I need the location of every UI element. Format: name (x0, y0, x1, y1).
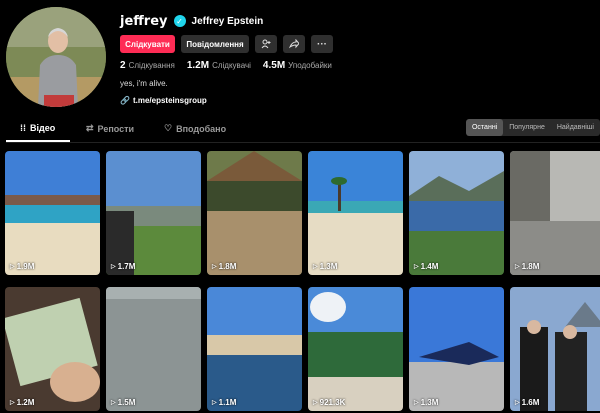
grid-icon: ⁞⁞ (20, 123, 26, 133)
video-card[interactable]: ▷ 1.7M (106, 151, 201, 275)
video-card[interactable]: ▷ 1.3M (308, 151, 403, 275)
username: jeffrey (120, 13, 168, 29)
likes-stat: 4.5M Уподобайки (262, 60, 332, 71)
video-card[interactable]: ▷ 1.6M (510, 287, 600, 411)
share-icon[interactable] (283, 35, 305, 53)
profile-stats: 2 Слідкування 1.2M Слідкувачі 4.5M Уподобай… (120, 60, 333, 71)
sort-oldest[interactable]: Найдавніші (551, 119, 600, 136)
sort-selector: Останні Популярне Найдавніші (465, 119, 600, 136)
video-card[interactable]: ▷ 1.4M (409, 151, 504, 275)
video-card[interactable]: ▷ 1.8M (207, 151, 302, 275)
video-card[interactable]: ▷ 1.8M (510, 151, 600, 275)
tab-videos[interactable]: ⁞⁞ Відео (20, 123, 55, 133)
followers-stat[interactable]: 1.2M Слідкувачі (187, 60, 251, 71)
bio-text: yes, i'm alive. (120, 79, 168, 88)
profile-info: jeffrey ✓ Jeffrey Epstein Слідкувати Пов… (120, 12, 333, 105)
video-card[interactable]: ▷ 1.3M (409, 287, 504, 411)
following-stat[interactable]: 2 Слідкування (120, 60, 175, 71)
repost-icon: ⇄ (86, 123, 94, 133)
sort-latest[interactable]: Останні (465, 119, 504, 136)
heart-icon: ♡ (164, 123, 173, 133)
display-name: Jeffrey Epstein (191, 15, 264, 27)
tabs-divider (6, 142, 600, 143)
tab-reposts[interactable]: ⇄ Репости (86, 123, 134, 134)
sort-popular[interactable]: Популярне (503, 119, 551, 136)
video-card[interactable]: ▷ 1.5M (106, 287, 201, 411)
add-friend-icon[interactable] (255, 35, 277, 53)
verified-badge-icon: ✓ (173, 15, 186, 27)
video-card[interactable]: ▷ 1.2M (5, 287, 100, 411)
video-card[interactable]: ▷ 1.9M (5, 151, 100, 275)
video-card[interactable]: ▷ 1.1M (207, 287, 302, 411)
tab-liked[interactable]: ♡ Вподобано (164, 123, 226, 134)
more-options-icon[interactable]: ··· (311, 35, 333, 53)
video-card[interactable]: ▷ 921.3K (308, 287, 403, 411)
follow-button[interactable]: Слідкувати (120, 35, 175, 53)
profile-link[interactable]: 🔗 t.me/epsteinsgroup (120, 96, 333, 105)
link-icon: 🔗 (120, 96, 130, 105)
avatar[interactable] (6, 7, 106, 107)
message-button[interactable]: Повідомлення (181, 35, 249, 53)
